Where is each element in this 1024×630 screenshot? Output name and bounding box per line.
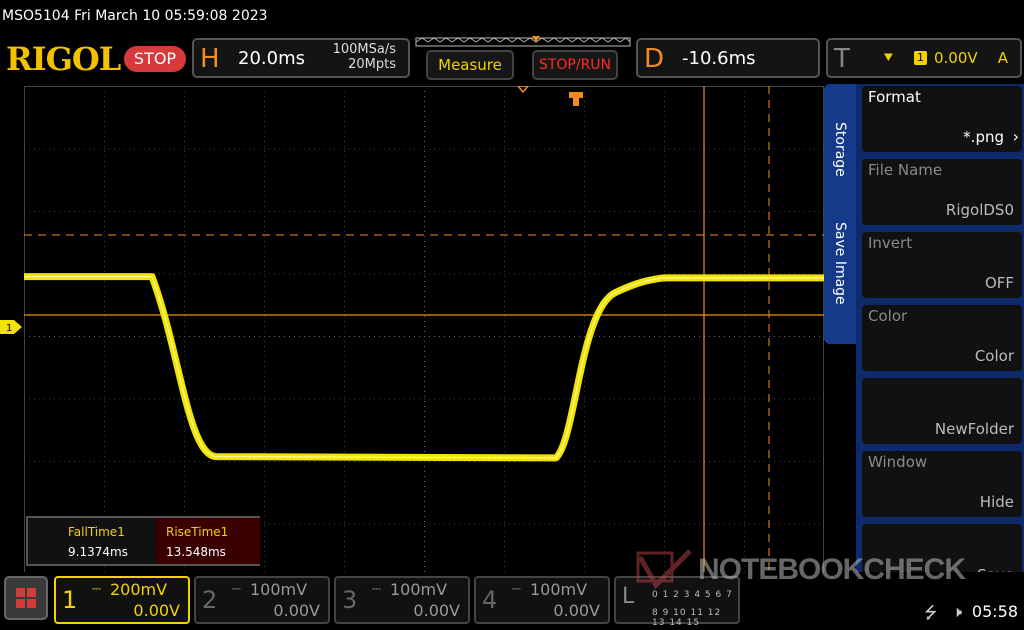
channel-1-scale: 200mV — [110, 580, 168, 599]
memory-depth: 20Mpts — [348, 57, 396, 72]
channel-4-box[interactable]: 4 ⎓ 100mV 0.00V — [474, 576, 610, 624]
color-value: Color — [974, 347, 1014, 365]
watermark-text: NOTEBOOKCHECK — [698, 553, 966, 586]
rise-time-measurement: RiseTime1 13.548ms — [156, 518, 260, 564]
fall-time-measurement: FallTime1 9.1374ms — [58, 518, 162, 564]
format-value: *.png — [963, 128, 1004, 146]
logic-row-high: 8 9 10 11 12 13 14 15 — [652, 608, 722, 628]
status-clock: 05:58 — [971, 602, 1018, 621]
rise-time-label: RiseTime1 — [166, 525, 229, 539]
top-toolbar: RIGOL STOP H 20.0ms 100MSa/s 20Mpts Meas… — [0, 32, 1024, 84]
timebase-value: 20.0ms — [238, 48, 305, 69]
file-name-value: RigolDS0 — [945, 201, 1014, 219]
trigger-level: 0.00V — [934, 49, 978, 67]
measure-button[interactable]: Measure — [426, 50, 514, 80]
storage-side-menu: Storage Save Image Format *.png › File N… — [824, 84, 1024, 590]
menu-item-new-folder[interactable]: NewFolder — [862, 378, 1022, 444]
dc-coupling-icon: ⎓ — [232, 582, 241, 595]
chevron-right-icon: › — [1012, 127, 1019, 146]
dc-coupling-icon: ⎓ — [512, 582, 521, 595]
menu-items-column: Format *.png › File Name RigolDS0 Invert… — [856, 84, 1024, 590]
measurement-panel[interactable]: FallTime1 9.1374ms RiseTime1 13.548ms — [26, 516, 260, 566]
rigol-logo: RIGOL — [6, 40, 121, 78]
speaker-mute-icon[interactable]: 🕨 — [952, 602, 962, 622]
stop-run-button[interactable]: STOP/RUN — [532, 50, 618, 80]
grid-menu-icon — [16, 588, 36, 608]
tab-storage[interactable]: Storage — [824, 104, 856, 194]
channel1-offset-marker[interactable]: 1 — [0, 320, 22, 334]
run-state-badge[interactable]: STOP — [124, 46, 186, 72]
trigger-position-marker — [517, 86, 583, 106]
invert-value: OFF — [984, 274, 1014, 292]
trigger-letter: T — [834, 44, 850, 74]
trigger-channel: 1 — [914, 51, 927, 65]
waveform-display[interactable] — [24, 86, 824, 586]
menu-item-file-name[interactable]: File Name RigolDS0 — [862, 159, 1022, 225]
status-info-bar: MSO5104 Fri March 10 05:59:08 2023 — [0, 0, 1024, 32]
channel-4-number: 4 — [482, 586, 498, 614]
trigger-mode: A — [997, 49, 1008, 67]
window-value: Hide — [979, 493, 1014, 511]
invert-label: Invert — [868, 234, 913, 252]
channel-1-offset: 0.00V — [133, 601, 180, 620]
horizontal-timebase-box[interactable]: H 20.0ms 100MSa/s 20Mpts — [192, 38, 410, 78]
delay-box[interactable]: D -10.6ms — [636, 38, 820, 78]
horizontal-letter: H — [200, 44, 220, 74]
channel-1-number: 1 — [62, 586, 78, 614]
main-menu-button[interactable] — [4, 576, 48, 620]
tab-save-image[interactable]: Save Image — [824, 208, 856, 318]
falling-edge-icon: ⯆ — [882, 48, 895, 67]
new-folder-value: NewFolder — [934, 420, 1014, 438]
channel-2-scale: 100mV — [250, 580, 308, 599]
dc-coupling-icon: ⎓ — [372, 582, 381, 595]
channel-3-scale: 100mV — [390, 580, 448, 599]
channel-2-number: 2 — [202, 586, 218, 614]
channel-3-box[interactable]: 3 ⎓ 100mV 0.00V — [334, 576, 470, 624]
menu-item-color[interactable]: Color Color — [862, 305, 1022, 371]
channel-4-offset: 0.00V — [553, 601, 600, 620]
logic-label: L — [622, 584, 635, 609]
channel-2-box[interactable]: 2 ⎓ 100mV 0.00V — [194, 576, 330, 624]
usb-icon: ⭍ — [924, 603, 938, 622]
rise-time-value: 13.548ms — [166, 545, 226, 559]
channel-marker-label: 1 — [6, 323, 12, 334]
notebookcheck-watermark: NOTEBOOKCHECK — [636, 545, 1024, 595]
menu-item-invert[interactable]: Invert OFF — [862, 232, 1022, 298]
fall-time-value: 9.1374ms — [68, 545, 128, 559]
window-label: Window — [868, 453, 928, 471]
format-label: Format — [868, 88, 921, 106]
channel-4-scale: 100mV — [530, 580, 588, 599]
memory-position-slider[interactable] — [414, 36, 632, 48]
channel-3-offset: 0.00V — [413, 601, 460, 620]
delay-value: -10.6ms — [682, 48, 756, 69]
menu-item-window[interactable]: Window Hide — [862, 451, 1022, 517]
device-title: MSO5104 Fri March 10 05:59:08 2023 — [2, 8, 268, 24]
menu-item-format[interactable]: Format *.png › — [862, 86, 1022, 152]
fall-time-label: FallTime1 — [68, 525, 125, 539]
menu-tab-strip: Storage Save Image — [824, 84, 856, 344]
dc-coupling-icon: ⎓ — [92, 582, 101, 595]
color-label: Color — [868, 307, 908, 325]
channel-1-box[interactable]: 1 ⎓ 200mV 0.00V — [54, 576, 190, 624]
trigger-box[interactable]: T ⯆ 1 0.00V A — [826, 38, 1022, 78]
sample-rate: 100MSa/s — [332, 42, 396, 57]
channel-2-offset: 0.00V — [273, 601, 320, 620]
sample-info: 100MSa/s 20Mpts — [333, 42, 396, 72]
delay-letter: D — [644, 44, 665, 74]
checkmark-logo-icon — [636, 549, 692, 590]
channel-3-number: 3 — [342, 586, 358, 614]
file-name-label: File Name — [868, 161, 943, 179]
